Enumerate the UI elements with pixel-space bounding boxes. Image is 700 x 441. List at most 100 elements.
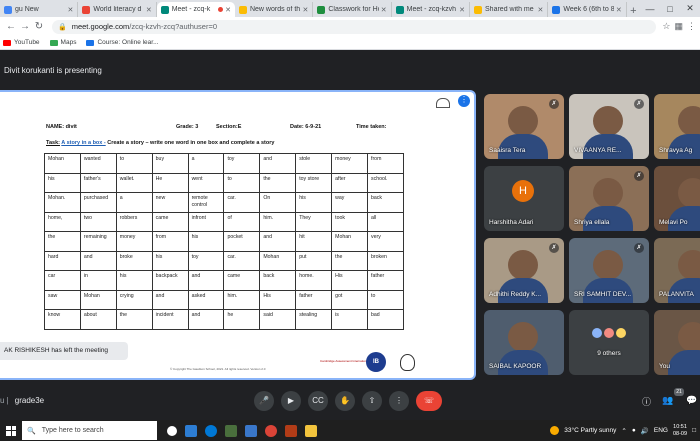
captions-icon[interactable]: CC [308,391,328,411]
browser-tab[interactable]: New words of the ✕ [235,2,314,17]
file-explorer-icon[interactable] [185,424,197,437]
bookmarks-bar: YouTube Maps Course: Online lear... [0,36,700,50]
close-tab-icon[interactable]: ✕ [225,6,231,14]
participant-tile[interactable]: ✗ Adhithi Reddy K... [484,238,564,303]
wifi-icon[interactable]: ● [632,427,636,434]
close-tab-icon[interactable]: ✕ [302,6,308,14]
browser-tab[interactable]: Meet - zcq-kzvh ✕ [392,2,471,17]
participant-count-badge: 21 [674,388,684,396]
story-cell: he [223,309,261,330]
participant-tile[interactable]: H Harshitha Adari [484,166,564,231]
story-cell: hard [44,250,81,272]
story-cell: the [259,172,297,193]
leave-call-icon[interactable]: ☏ [416,391,442,411]
new-tab-icon[interactable]: + [627,5,640,17]
participant-tile[interactable]: ✗ Saaisra Tera [484,94,564,159]
browser-tab[interactable]: Classwork for Ho ✕ [313,2,392,17]
more-options-icon[interactable]: ⋮ [458,95,470,107]
participant-tile[interactable]: 9 others [569,310,649,375]
browser-tab-strip: gu New ✕ World literacy d ✕ Meet - zcq-k ✕ New… [0,0,700,17]
participant-tile[interactable]: ✗PALANVITA [654,238,700,303]
back-icon[interactable]: ← [4,21,18,32]
camera-icon[interactable]: ▶ [281,391,301,411]
address-bar[interactable]: 🔒 meet.google.com /zcq-kzvh-zcq?authuser… [52,19,657,34]
story-cell: after [331,172,369,193]
chrome-icon[interactable] [265,424,277,437]
participant-tile[interactable]: ✗Shravya Ag [654,94,700,159]
close-window-icon[interactable]: ✕ [680,3,700,14]
language-indicator[interactable]: ENG [654,427,668,434]
task-line: Task: A story in a box - Create a story … [46,140,274,146]
close-tab-icon[interactable]: ✕ [381,6,387,14]
browser-tab[interactable]: Meet - zcq-k ✕ [156,2,235,17]
participant-tile[interactable]: ✗ SRI SAMHIT DEV... [569,238,649,303]
present-screen-icon[interactable]: ⇧ [362,391,382,411]
start-button[interactable] [0,420,22,441]
close-tab-icon[interactable]: ✕ [537,6,543,14]
notifications-icon[interactable]: □ [692,427,696,434]
reload-icon[interactable]: ↻ [32,21,46,32]
meeting-details-icon[interactable]: ⓘ [642,395,651,408]
story-cell: him. [259,211,297,233]
more-actions-icon[interactable]: ⋮ [389,391,409,411]
edge-icon[interactable] [205,424,217,437]
menu-icon[interactable]: ⋮ [687,21,696,32]
close-tab-icon[interactable]: ✕ [459,6,465,14]
people-icon[interactable]: 👥 [662,395,673,406]
maximize-icon[interactable]: □ [660,4,680,14]
tab-favicon-icon [552,5,561,14]
tray-expand-icon[interactable]: ⌃ [621,427,626,435]
task-view-icon[interactable] [167,425,177,436]
forward-icon[interactable]: → [18,21,32,32]
bookmark-item[interactable]: Course: Online lear... [86,39,159,46]
story-cell: said [259,309,297,330]
taskbar-search[interactable]: 🔍 Type here to search [22,421,157,440]
participant-tile[interactable]: SAIBAL KAPOOR [484,310,564,375]
story-cell: money [115,231,153,252]
minimize-icon[interactable]: — [640,4,660,14]
story-row: know about the incident and he said stealing is b… [44,309,404,330]
search-icon: 🔍 [27,427,36,435]
raise-hand-icon[interactable]: ✋ [335,391,355,411]
photos-icon[interactable] [225,424,237,437]
mail-icon[interactable] [245,424,257,437]
bookmark-item[interactable]: Maps [49,39,76,46]
story-cell: toy store [295,172,333,193]
microphone-icon[interactable]: 🎤 [254,391,274,411]
taskbar-apps [167,424,317,437]
browser-tab[interactable]: World literacy d ✕ [78,2,157,17]
story-cell: back [259,270,297,291]
participant-name: VIVAANYA RE... [574,147,622,154]
participant-tile[interactable]: ✗Melavi Po [654,166,700,231]
participant-video [593,250,623,280]
participant-video [593,106,623,136]
browser-tab[interactable]: Week 6 (6th to 8 ✕ [548,2,627,17]
bookmark-item[interactable]: YouTube [3,39,40,46]
weather-text[interactable]: 33°C Partly sunny [564,427,616,434]
story-cell: money [331,153,369,174]
chat-icon[interactable]: 💬 [686,395,697,406]
participant-tile[interactable]: ✗ VIVAANYA RE... [569,94,649,159]
muted-mic-icon: ✗ [549,99,559,109]
participant-tile[interactable]: ✗ Shriya ellala [569,166,649,231]
participant-tile[interactable]: You [654,310,700,375]
close-tab-icon[interactable]: ✕ [67,6,73,14]
extensions-icon[interactable]: ▦ [674,21,683,32]
story-cell: two [79,211,117,233]
bookmark-icon [86,39,95,46]
volume-icon[interactable]: 🔊 [641,427,649,435]
close-tab-icon[interactable]: ✕ [616,6,622,14]
others-avatar-icon [616,328,626,338]
clock[interactable]: 10:51 08-09 [673,424,687,437]
story-cell: his [295,192,333,213]
time-label: Time taken: [356,124,387,130]
browser-tab[interactable]: Shared with me ✕ [470,2,549,17]
close-tab-icon[interactable]: ✕ [146,6,152,14]
story-cell: Mohan [44,153,81,174]
folder-icon[interactable] [305,424,317,437]
star-icon[interactable]: ☆ [662,21,670,32]
powerpoint-icon[interactable] [285,424,297,437]
story-cell: saw [44,289,81,311]
participant-name: SRI SAMHIT DEV... [574,291,632,298]
browser-tab[interactable]: gu New ✕ [0,2,79,17]
